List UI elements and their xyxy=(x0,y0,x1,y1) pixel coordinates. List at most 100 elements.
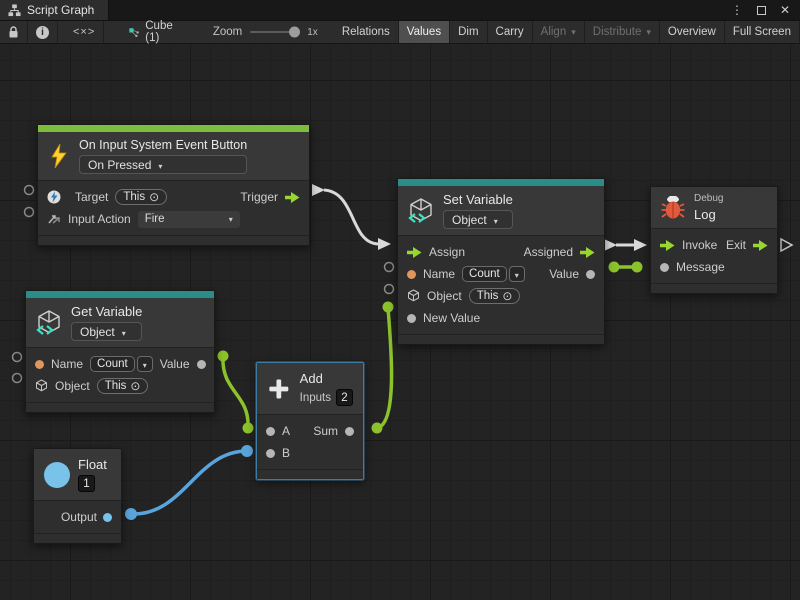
zoom-value: 1x xyxy=(300,21,328,43)
target-object-field[interactable]: This xyxy=(115,189,167,205)
close-icon[interactable]: ✕ xyxy=(780,3,790,17)
object-port-label: Object xyxy=(427,289,462,303)
variable-kind-dropdown[interactable]: Object xyxy=(71,322,142,341)
chevron-down-icon: ▾ xyxy=(646,27,651,38)
sum-port-label: Sum xyxy=(313,424,338,438)
variable-name-dropdown[interactable]: Count xyxy=(90,356,153,372)
node-title: Set Variable xyxy=(443,192,513,207)
assign-flow-input-port[interactable] xyxy=(407,247,422,258)
tab-title: Script Graph xyxy=(27,3,94,17)
node-footer xyxy=(398,334,604,344)
event-mode-dropdown[interactable]: On Pressed xyxy=(79,155,247,174)
trigger-flow-output-port[interactable] xyxy=(285,192,300,203)
variable-name-dropdown[interactable]: Count xyxy=(462,266,525,282)
inputs-count-field[interactable]: 2 xyxy=(336,389,353,406)
breadcrumb[interactable]: Cube (1) xyxy=(119,21,187,43)
object-picker-icon[interactable] xyxy=(130,379,140,393)
node-footer xyxy=(257,469,363,479)
maximize-icon[interactable] xyxy=(757,6,766,15)
toolbar-button-overview[interactable]: Overview xyxy=(660,21,725,43)
dropdown-arrow-icon xyxy=(229,213,233,225)
target-object-value: This xyxy=(123,191,145,203)
zoom-label: Zoom xyxy=(187,21,250,43)
variable-kind-value: Object xyxy=(80,325,115,339)
graph-hierarchy-icon xyxy=(8,4,21,17)
toolbar-button-relations[interactable]: Relations xyxy=(334,21,399,43)
breadcrumb-label: Cube (1) xyxy=(145,20,177,44)
zoom-slider[interactable] xyxy=(250,21,300,43)
input-action-dropdown[interactable]: Fire xyxy=(138,211,240,228)
value-output-port[interactable] xyxy=(197,360,206,369)
variable-color-bar xyxy=(26,291,214,298)
dropdown-arrow-icon xyxy=(122,325,126,339)
info-icon: i xyxy=(36,26,49,39)
toolbar-button-fullscreen[interactable]: Full Screen xyxy=(725,21,800,43)
toolbar-button-values[interactable]: Values xyxy=(399,21,450,43)
exit-flow-output-port[interactable] xyxy=(753,240,768,251)
output-value-port[interactable] xyxy=(103,513,112,522)
variable-kind-dropdown[interactable]: Object xyxy=(443,210,513,229)
value-port-label: Value xyxy=(160,357,190,371)
b-value-input-port[interactable] xyxy=(266,449,275,458)
invoke-flow-input-port[interactable] xyxy=(660,240,675,251)
node-get-variable[interactable]: Get Variable Object Name Count Value xyxy=(25,290,215,413)
node-title: On Input System Event Button xyxy=(79,138,247,152)
toolbar-button-distribute[interactable]: Distribute ▾ xyxy=(585,21,660,43)
menu-icon[interactable]: ⋮ xyxy=(731,3,743,17)
inspect-button[interactable]: i xyxy=(28,21,58,43)
toolbar-button-dim[interactable]: Dim xyxy=(450,21,487,43)
name-value-input-port[interactable] xyxy=(35,360,44,369)
node-float-literal[interactable]: Float 1 Output xyxy=(33,448,122,544)
float-value-field[interactable]: 1 xyxy=(78,475,95,492)
variable-icon xyxy=(36,309,62,337)
b-port-label: B xyxy=(282,446,290,460)
node-title: Add xyxy=(300,371,353,386)
message-value-input-port[interactable] xyxy=(660,263,669,272)
input-action-port-label: Input Action xyxy=(68,212,131,226)
new-value-input-port[interactable] xyxy=(407,314,416,323)
plus-icon xyxy=(267,374,291,404)
object-field[interactable]: This xyxy=(469,288,521,304)
name-value-input-port[interactable] xyxy=(407,270,416,279)
value-output-port[interactable] xyxy=(586,270,595,279)
node-add[interactable]: Add Inputs 2 A Sum B xyxy=(256,362,364,480)
node-footer xyxy=(34,533,121,543)
a-value-input-port[interactable] xyxy=(266,427,275,436)
dropdown-arrow-icon xyxy=(158,158,162,172)
graph-breadcrumb-icon xyxy=(129,26,139,39)
lock-button[interactable] xyxy=(0,21,28,43)
assigned-flow-output-port[interactable] xyxy=(580,247,595,258)
node-debug-log[interactable]: Debug Log Invoke Exit Message xyxy=(650,186,778,294)
toolbar-button-carry[interactable]: Carry xyxy=(488,21,533,43)
dropdown-arrow-icon xyxy=(143,357,147,371)
code-view-icon: <×> xyxy=(73,26,95,38)
object-field-value: This xyxy=(105,380,127,392)
input-action-value: Fire xyxy=(145,213,165,225)
object-field-value: This xyxy=(477,290,499,302)
input-action-icon xyxy=(47,213,61,226)
object-picker-icon[interactable] xyxy=(502,289,512,303)
assign-port-label: Assign xyxy=(429,245,465,259)
graph-toolbar: i <×> Cube (1) Zoom 1x Relations Values … xyxy=(0,21,800,44)
distribute-label: Distribute xyxy=(593,26,642,38)
target-port-label: Target xyxy=(75,190,108,204)
zoom-slider-handle[interactable] xyxy=(289,27,300,38)
object-picker-icon[interactable] xyxy=(149,190,159,204)
sum-value-output-port[interactable] xyxy=(345,427,354,436)
assigned-port-label: Assigned xyxy=(524,245,573,259)
variable-name-value: Count xyxy=(462,266,507,282)
output-port-label: Output xyxy=(61,510,97,524)
dropdown-arrow-icon xyxy=(494,213,498,227)
code-view-button[interactable]: <×> xyxy=(65,21,104,43)
a-port-label: A xyxy=(282,424,290,438)
node-title: Log xyxy=(694,207,723,222)
node-title: Get Variable xyxy=(71,304,142,319)
node-on-input-system-event[interactable]: On Input System Event Button On Pressed … xyxy=(37,124,310,246)
tab-script-graph[interactable]: Script Graph xyxy=(0,0,109,20)
message-port-label: Message xyxy=(676,260,725,274)
window-controls: ⋮ ✕ xyxy=(731,0,800,20)
object-field[interactable]: This xyxy=(97,378,149,394)
node-set-variable[interactable]: Set Variable Object Assign Assigned xyxy=(397,178,605,345)
toolbar-button-align[interactable]: Align ▾ xyxy=(533,21,585,43)
bug-icon xyxy=(661,196,685,220)
